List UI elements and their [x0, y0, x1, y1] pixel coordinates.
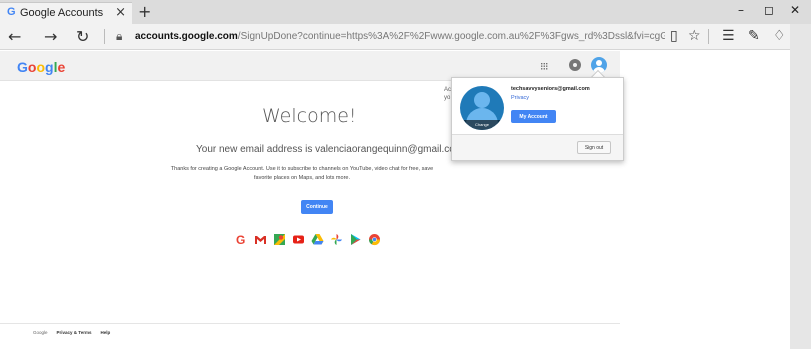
close-window-icon[interactable]: ✕	[790, 3, 800, 17]
favorite-star-icon[interactable]: ☆	[688, 28, 701, 44]
sign-out-button[interactable]: Sign out	[577, 141, 611, 154]
footer-divider	[0, 323, 620, 324]
play-store-icon[interactable]	[349, 233, 362, 246]
page-gutter	[790, 24, 811, 349]
obscured-text: Ac yo	[444, 86, 451, 102]
close-tab-icon[interactable]: ×	[115, 5, 126, 20]
account-popup: Change techsavvyseniors@gmail.com Privac…	[451, 77, 624, 161]
new-email-text: Your new email address is valenciaorange…	[196, 144, 464, 155]
drive-icon[interactable]	[311, 233, 324, 246]
forward-icon[interactable]: →	[44, 27, 57, 46]
restore-icon[interactable]: ◻	[764, 3, 774, 17]
notifications-icon[interactable]	[569, 59, 581, 71]
photos-icon[interactable]	[330, 233, 343, 246]
web-note-icon[interactable]: ✎	[748, 28, 760, 44]
popup-footer: Sign out	[452, 134, 623, 160]
google-apps-row: G	[235, 233, 381, 246]
new-tab-icon[interactable]: +	[138, 2, 151, 21]
maps-icon[interactable]	[273, 233, 286, 246]
apps-grid-icon[interactable]: ⁝⁝⁝	[540, 60, 548, 73]
minimize-icon[interactable]: –	[738, 3, 744, 17]
divider	[104, 29, 105, 44]
tab-google-accounts[interactable]: G Google Accounts ×	[0, 2, 132, 24]
google-favicon-icon: G	[7, 6, 16, 18]
address-bar: ← → ↻ 🔒︎ accounts.google.com/SignUpDone?…	[0, 24, 811, 50]
continue-button[interactable]: Continue	[301, 200, 333, 214]
chrome-icon[interactable]	[368, 233, 381, 246]
hub-icon[interactable]: ☰	[722, 28, 735, 44]
welcome-heading: Welcome!	[262, 105, 357, 127]
my-account-button[interactable]: My Account	[511, 110, 556, 123]
back-icon[interactable]: ←	[8, 27, 21, 46]
youtube-icon[interactable]	[292, 233, 305, 246]
share-icon[interactable]: ♢	[773, 28, 786, 44]
google-logo[interactable]: Google	[17, 59, 65, 75]
change-photo-label[interactable]: Change	[460, 120, 504, 130]
refresh-icon[interactable]: ↻	[76, 27, 89, 46]
footer-link-google[interactable]: Google	[33, 330, 48, 335]
account-email: techsavvyseniors@gmail.com	[511, 86, 590, 92]
tab-bar: G Google Accounts × + – ◻ ✕	[0, 0, 811, 24]
url-path: /SignUpDone?continue=https%3A%2F%2Fwww.g…	[237, 31, 665, 42]
reading-view-icon[interactable]: ▯	[670, 28, 678, 44]
url-field[interactable]: accounts.google.com/SignUpDone?continue=…	[135, 31, 665, 42]
svg-text:G: G	[236, 233, 245, 246]
privacy-link[interactable]: Privacy	[511, 95, 529, 101]
footer-link-help[interactable]: Help	[100, 330, 110, 335]
tab-title: Google Accounts	[20, 7, 104, 19]
footer-link-privacy-terms[interactable]: Privacy & Terms	[57, 330, 92, 335]
gmail-icon[interactable]	[254, 233, 267, 246]
browser-window: G Google Accounts × + – ◻ ✕ ← → ↻ 🔒︎ acc…	[0, 0, 811, 349]
url-host: accounts.google.com	[135, 31, 238, 42]
divider	[708, 29, 709, 44]
obscured-text-line-2: yo	[444, 95, 451, 101]
footer: Google Privacy & Terms Help	[33, 330, 110, 335]
google-search-icon[interactable]: G	[235, 233, 248, 246]
lock-icon[interactable]: 🔒︎	[116, 29, 122, 44]
account-avatar-large[interactable]: Change	[460, 86, 504, 130]
thanks-text: Thanks for creating a Google Account. Us…	[170, 166, 434, 181]
obscured-text-line-1: Ac	[444, 87, 452, 93]
